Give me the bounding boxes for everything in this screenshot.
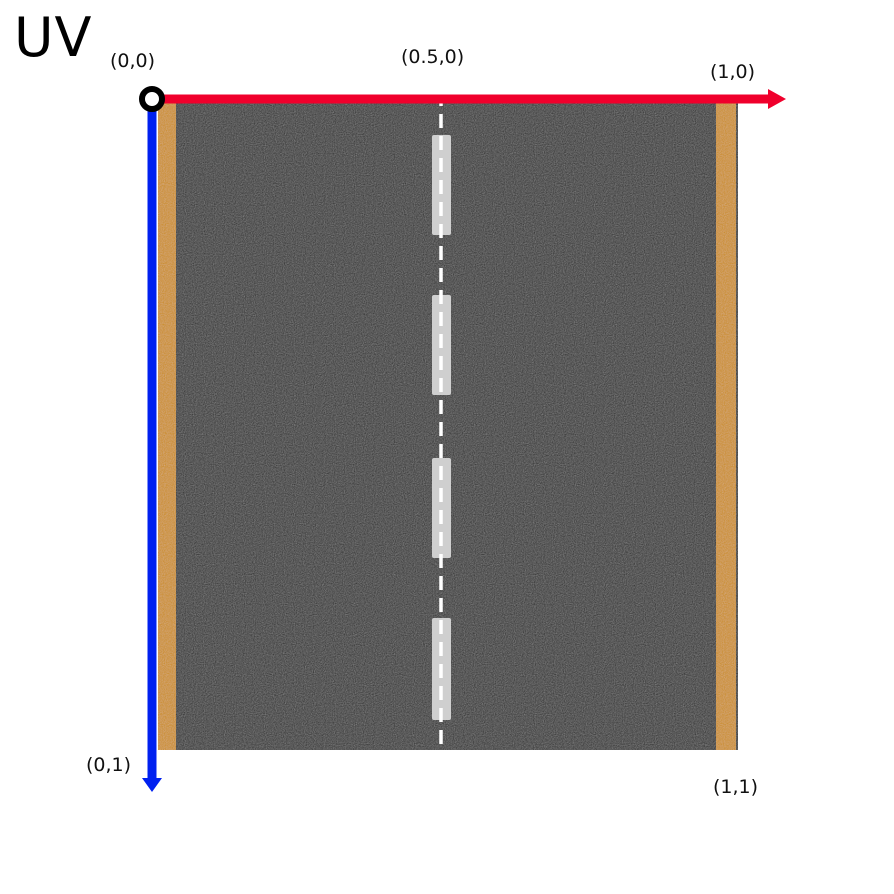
uv-diagram <box>139 86 786 792</box>
left-edge-line <box>158 102 176 750</box>
right-edge-line <box>716 102 736 750</box>
arrow-down-icon <box>142 778 162 792</box>
origin-ring-icon <box>139 86 165 112</box>
top-mid-label: (0.5,0) <box>401 46 465 68</box>
top-right-label: (1,0) <box>710 61 756 83</box>
bottom-right-label: (1,1) <box>713 776 759 798</box>
origin-label: (0,0) <box>110 50 156 72</box>
arrow-right-icon <box>768 89 786 109</box>
bottom-left-label: (0,1) <box>86 754 132 776</box>
